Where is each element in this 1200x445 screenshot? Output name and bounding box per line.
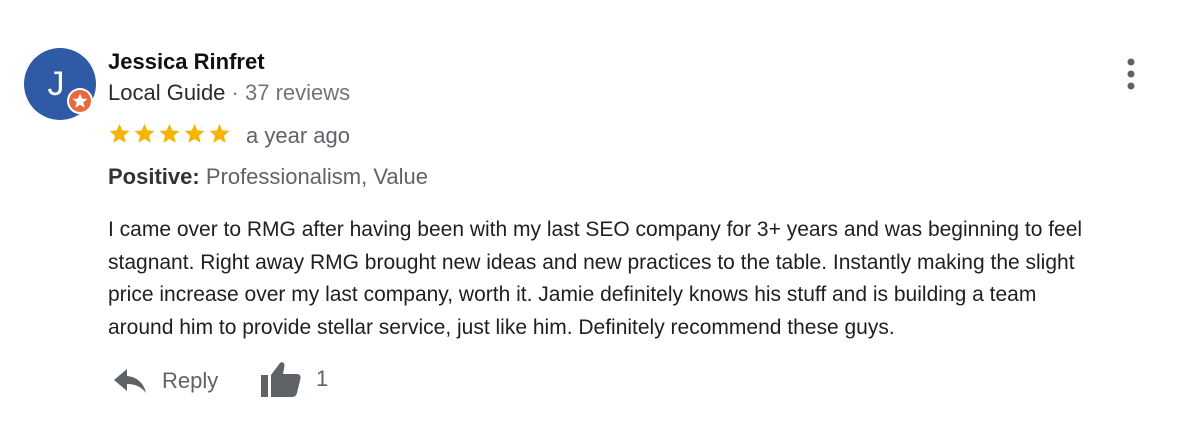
review-time: a year ago: [246, 123, 350, 148]
star-rating: [108, 122, 231, 145]
like-count: 1: [316, 366, 329, 391]
review-text-line: I came over to RMG after having been wit…: [108, 218, 1083, 241]
reply-arrow-icon: [114, 369, 146, 393]
reply-button[interactable]: Reply: [112, 366, 218, 396]
local-guide-label: Local Guide: [108, 80, 226, 105]
review-text-line: around him to provide stellar service, j…: [108, 315, 895, 339]
review-card: J Jessica Rinfret Local Guide · 37 revie…: [0, 0, 1200, 445]
local-guide-badge-icon: [67, 88, 93, 114]
reviews-count[interactable]: 37 reviews: [245, 80, 350, 105]
star-icon: [159, 123, 180, 143]
star-icon: [184, 123, 205, 143]
review-text-line: stagnant. Right away RMG brought new ide…: [108, 250, 1075, 274]
author-name[interactable]: Jessica Rinfret: [108, 49, 265, 75]
reply-label: Reply: [162, 368, 219, 393]
star-icon: [109, 123, 130, 143]
meta-separator: ·: [225, 80, 245, 105]
highlights-value: Professionalism, Value: [205, 164, 428, 189]
review-text: I came over to RMG after having been wit…: [108, 214, 1188, 344]
avatar-initial: J: [47, 64, 65, 103]
review-highlights: Positive: Professionalism, Value: [108, 164, 428, 190]
highlights-label: Positive:: [108, 164, 200, 189]
more-vert-icon[interactable]: [1116, 56, 1146, 94]
review-text-line: price increase over my last company, wor…: [108, 283, 1037, 306]
thumbs-up-icon: [261, 362, 301, 397]
like-button[interactable]: 1: [260, 360, 328, 398]
author-meta: Local Guide · 37 reviews: [108, 80, 350, 106]
star-icon: [209, 123, 230, 143]
star-icon: [134, 123, 155, 143]
